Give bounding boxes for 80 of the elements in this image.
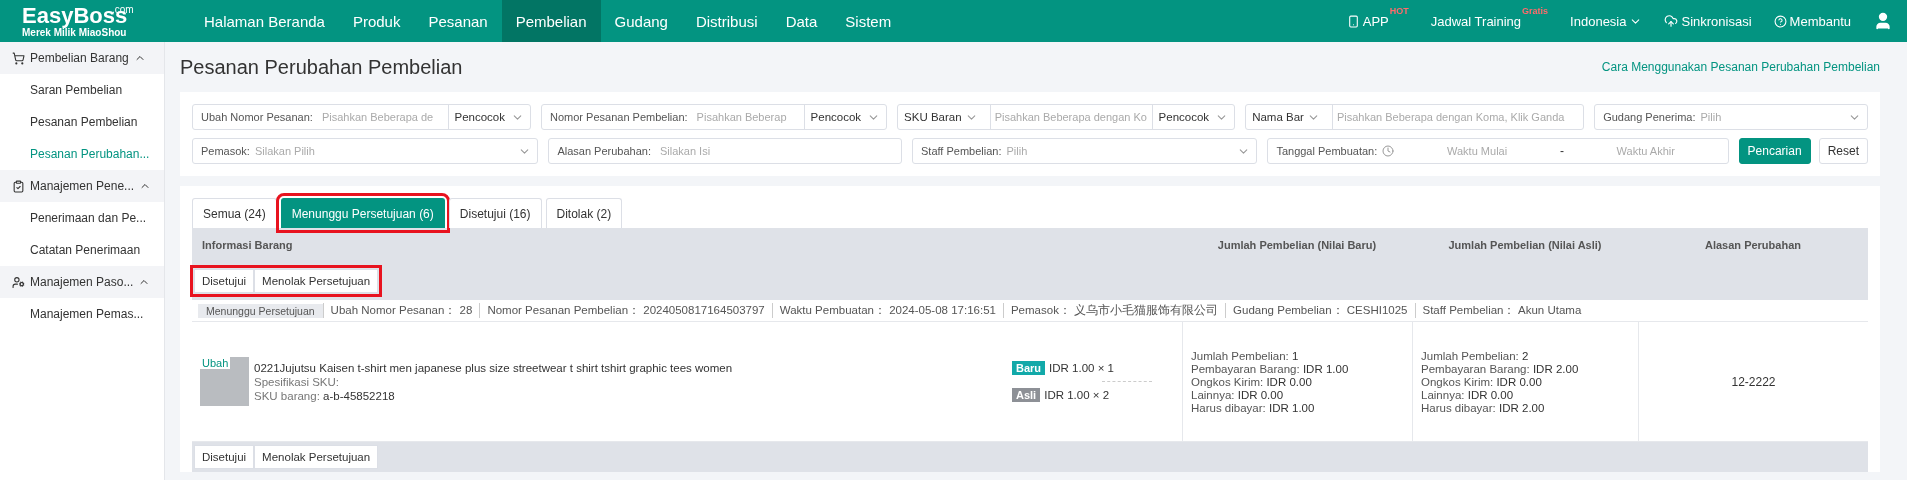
nav-item[interactable]: Pesanan [414, 0, 502, 42]
top-link[interactable]: Membantu [1773, 6, 1851, 36]
sidebar-item[interactable]: Manajemen Pemas... [0, 298, 164, 330]
change-reason: 12-2222 [1731, 374, 1776, 389]
edit-tag: Ubah [200, 357, 231, 369]
amount-line: Pembayaran Barang: IDR 2.00 [1421, 362, 1579, 375]
tab[interactable]: Semua (24) [192, 198, 277, 228]
filter-field[interactable]: Nomor Pesanan Pembelian: Pisahkan Beberap Pencocok [541, 104, 888, 130]
column-header: Jumlah Pembelian (Nilai Asli) [1447, 239, 1603, 251]
top-link[interactable]: Jadwal Training Gratis [1430, 6, 1549, 36]
filter-field[interactable]: Nama Bar Pisahkan Beberapa dengan Koma, Klik Ganda [1245, 104, 1585, 130]
action-button[interactable]: Menolak Persetujuan [254, 269, 379, 293]
amount-line: Jumlah Pembelian: 1 [1191, 349, 1300, 362]
filter-field[interactable]: Alasan Perubahan: Silakan Isi [548, 138, 902, 164]
help-icon [1773, 14, 1787, 28]
nav-item[interactable]: Distribusi [681, 0, 772, 42]
filter-button[interactable]: Pencarian [1738, 138, 1811, 164]
product-title: 0221Jujutsu Kaisen t-shirt men japanese plus size streetwear t shirt tshirt graphic tees women [254, 361, 734, 374]
page-title: Pesanan Perubahan Pembelian [180, 55, 463, 79]
sku-line: SKU barang: a-b-45852218 [254, 389, 396, 402]
action-button[interactable]: Disetujui [194, 445, 255, 469]
sidebar-item[interactable]: Pesanan Perubahan... [0, 138, 164, 170]
column-header: Jumlah Pembelian (Nilai Baru) [1216, 239, 1378, 251]
order-info-field: Gudang Pembelian： CESHI1025 [1225, 303, 1415, 318]
tab[interactable]: Disetujui (16) [448, 198, 542, 228]
column-header: Alasan Perubahan [1704, 239, 1802, 251]
price-text: IDR 1.00 × 1 [1049, 362, 1114, 374]
order-info-field: Waktu Pembuatan： 2024-05-08 17:16:51 [771, 303, 1003, 318]
order-info-field: Ubah Nomor Pesanan： 28 [322, 303, 480, 318]
price-tag: Baru [1012, 361, 1046, 375]
amount-line: Harus dibayar: IDR 1.00 [1191, 401, 1316, 414]
action-button[interactable]: Disetujui [194, 269, 255, 293]
filter-select[interactable]: Gudang Penerima: Pilih [1594, 104, 1868, 130]
sidebar-item[interactable]: Penerimaan dan Pe... [0, 202, 164, 234]
cart-icon [12, 51, 25, 65]
sidebar-group[interactable]: Manajemen Pene... [0, 170, 164, 202]
sidebar-item[interactable]: Saran Pembelian [0, 74, 164, 106]
amount-line: Jumlah Pembelian: 2 [1421, 349, 1530, 362]
action-button[interactable]: Menolak Persetujuan [254, 445, 379, 469]
order-info-field: Pemasok： 义乌市小毛猫服饰有限公司 [1002, 303, 1226, 318]
clock-icon [1382, 145, 1395, 157]
sidebar-group[interactable]: Manajemen Paso... [0, 266, 164, 298]
sidebar-group[interactable]: Pembelian Barang [0, 42, 164, 74]
nav-item[interactable]: Halaman Beranda [190, 0, 339, 42]
cloud-upload-icon [1664, 14, 1679, 28]
sidebar-item[interactable]: Catatan Penerimaan [0, 234, 164, 266]
price-tag: Asli [1012, 388, 1041, 402]
phone-icon [1346, 14, 1360, 28]
status-tag: Menunggu Persetujuan [198, 303, 323, 318]
top-link[interactable]: APP HOT [1346, 6, 1409, 36]
amount-line: Ongkos Kirim: IDR 0.00 [1421, 375, 1543, 388]
amount-line: Harus dibayar: IDR 2.00 [1421, 401, 1546, 414]
order-info-field: Staff Pembelian： Akun Utama [1414, 303, 1589, 318]
nav-item[interactable]: Data [771, 0, 832, 42]
price-text: IDR 1.00 × 2 [1044, 389, 1110, 401]
filter-select[interactable]: Pemasok: Silakan Pilih [192, 138, 539, 164]
nav-item[interactable]: Produk [338, 0, 415, 42]
filter-button[interactable]: Reset [1818, 138, 1868, 164]
sku-spec-label: Spesifikasi SKU: [254, 375, 340, 388]
date-range-field[interactable]: Tanggal Pembuatan: Waktu Mulai - Waktu Akhir [1267, 138, 1729, 164]
filter-field[interactable]: Ubah Nomor Pesanan: Pisahkan Beberapa de Pencocok [192, 104, 532, 130]
user-gear-icon [12, 275, 25, 289]
user-icon[interactable] [1873, 11, 1893, 31]
nav-item[interactable]: Sistem [831, 0, 906, 42]
nav-item[interactable]: Gudang [600, 0, 682, 42]
amount-line: Pembayaran Barang: IDR 1.00 [1191, 362, 1349, 375]
top-link[interactable]: Sinkronisasi [1664, 6, 1752, 36]
filter-field[interactable]: SKU Baran Pisahkan Beberapa dengan Ko Pencocok [897, 104, 1236, 130]
amount-line: Ongkos Kirim: IDR 0.00 [1191, 375, 1313, 388]
amount-line: Lainnya: IDR 0.00 [1421, 388, 1515, 401]
sidebar-item[interactable]: Pesanan Pembelian [0, 106, 164, 138]
nav-item[interactable]: Pembelian [501, 0, 601, 42]
clipboard-icon [12, 179, 25, 193]
filter-select[interactable]: Staff Pembelian: Pilih [912, 138, 1258, 164]
column-header: Informasi Barang [201, 239, 294, 251]
top-link[interactable]: Indonesia [1570, 6, 1643, 36]
amount-line: Lainnya: IDR 0.00 [1191, 388, 1285, 401]
help-link[interactable]: Cara Menggunakan Pesanan Perubahan Pembelian [1601, 60, 1880, 74]
order-info-field: Nomor Pesanan Pembelian： 2024050817164503797 [479, 303, 772, 318]
tab[interactable]: Ditolak (2) [545, 198, 623, 228]
